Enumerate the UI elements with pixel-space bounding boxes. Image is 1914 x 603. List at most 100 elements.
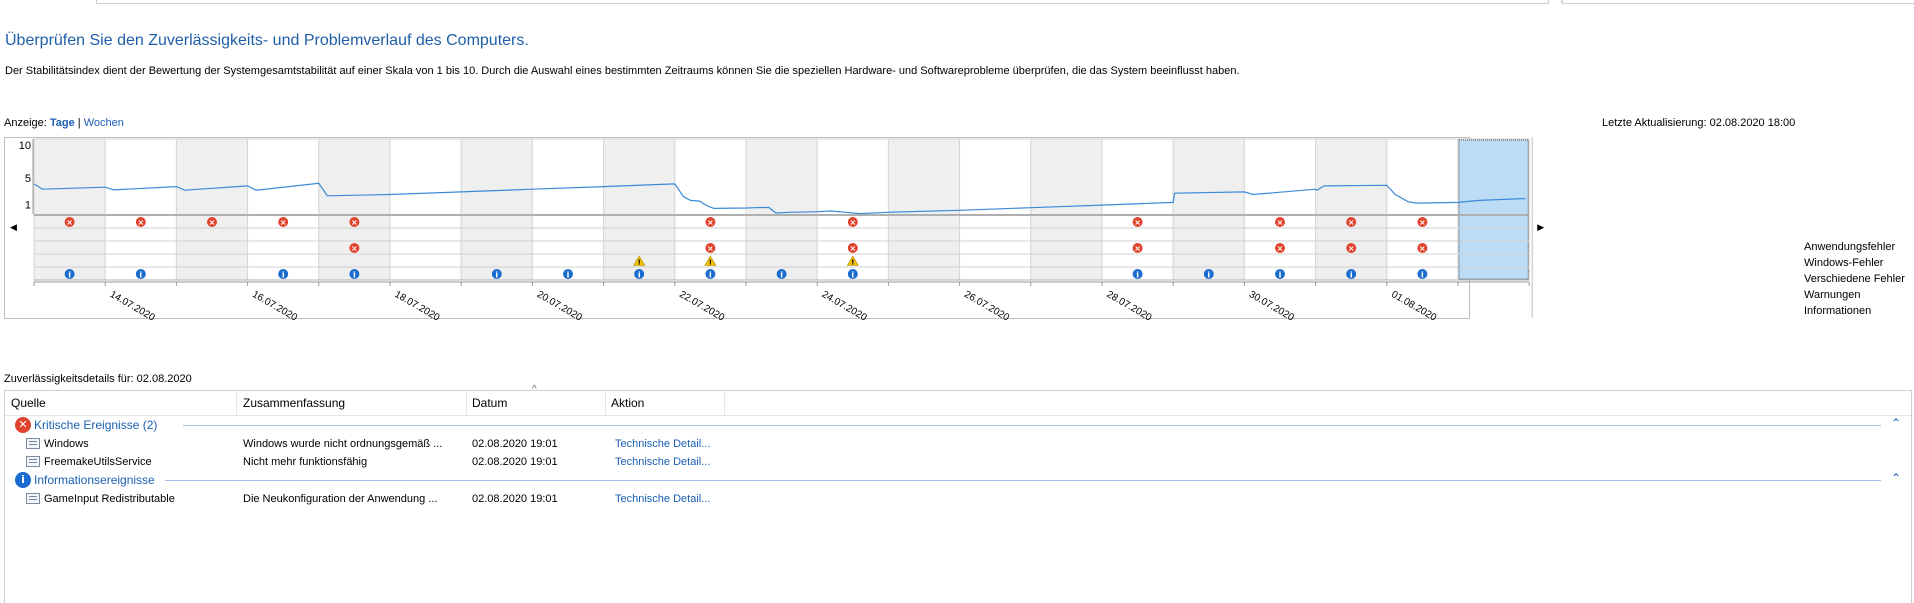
table-row[interactable]: FreemakeUtilsService Nicht mehr funktion…	[5, 453, 1911, 471]
row-summary: Windows wurde nicht ordnungsgemäß ...	[243, 438, 443, 450]
error-icon-glyph: ×	[849, 244, 856, 253]
day-column[interactable]	[1101, 138, 1174, 281]
row-summary: Die Neukonfiguration der Anwendung ...	[243, 493, 438, 505]
error-icon-glyph: ×	[707, 244, 714, 253]
table-row[interactable]: GameInput Redistributable Die Neukonfigu…	[5, 490, 1911, 508]
column-action[interactable]: Aktion	[611, 396, 644, 410]
collapse-chevron-icon[interactable]: ⌃	[1891, 416, 1901, 430]
y-tick-label: 1	[25, 199, 31, 211]
error-icon-glyph: ×	[351, 244, 358, 253]
y-tick-label: 5	[25, 173, 31, 185]
row-source: FreemakeUtilsService	[44, 456, 152, 468]
reliability-chart-svg[interactable]: 10 5 1 × × × × × × × × × × × × × × × × × ×!! ! i i i i i i i i i i i i i i i…	[4, 137, 1801, 363]
technical-details-link[interactable]: Technische Detail...	[615, 438, 710, 450]
day-column[interactable]	[531, 138, 605, 281]
day-column[interactable]	[33, 138, 106, 281]
column-divider[interactable]	[466, 391, 467, 415]
day-column[interactable]	[745, 138, 818, 281]
info-icon-glyph: i	[1350, 270, 1353, 279]
sort-indicator-icon: ^	[532, 384, 537, 395]
error-icon-glyph: ×	[1277, 218, 1284, 227]
row-date: 02.08.2020 19:01	[472, 438, 558, 450]
info-icon-glyph: i	[1279, 270, 1282, 279]
day-column[interactable]	[175, 138, 249, 281]
error-icon: ✕	[15, 417, 31, 433]
info-icon-glyph: i	[780, 270, 783, 279]
address-bar[interactable]	[96, 0, 1549, 4]
column-divider[interactable]	[605, 391, 606, 415]
legend-application-errors: Anwendungsfehler	[1804, 241, 1896, 253]
info-icon-glyph: i	[495, 270, 498, 279]
row-source: Windows	[44, 438, 89, 450]
reliability-chart[interactable]: 10 5 1 × × × × × × × × × × × × × × × × × ×!!! i i i i i i i i i i i i i i i…	[4, 137, 1801, 363]
info-icon: i	[15, 472, 31, 488]
legend-information: Informationen	[1804, 305, 1872, 317]
day-column[interactable]	[1386, 138, 1459, 281]
table-row[interactable]: Windows Windows wurde nicht ordnungsgemä…	[5, 435, 1911, 453]
error-icon-glyph: ×	[1348, 244, 1355, 253]
info-icon-glyph: i	[68, 270, 71, 279]
column-date[interactable]: Datum	[472, 396, 507, 410]
row-source: GameInput Redistributable	[44, 493, 175, 505]
page-description: Der Stabilitätsindex dient der Bewertung…	[5, 65, 1240, 77]
info-icon-glyph: i	[353, 270, 356, 279]
collapse-chevron-icon[interactable]: ⌃	[1891, 471, 1901, 485]
details-table: ^ Quelle Zusammenfassung Datum Aktion ✕ …	[4, 384, 1912, 603]
top-toolbar	[0, 0, 1914, 4]
day-column[interactable]	[1030, 138, 1103, 281]
group-information-events[interactable]: i Informationsereignisse ⌃	[5, 471, 1911, 489]
column-summary[interactable]: Zusammenfassung	[243, 396, 345, 410]
info-icon-glyph: i	[1421, 270, 1424, 279]
group-critical-events[interactable]: ✕ Kritische Ereignisse (2) ⌃	[5, 416, 1911, 434]
error-icon-glyph: ×	[1419, 244, 1426, 253]
info-icon-glyph: i	[638, 270, 641, 279]
day-column[interactable]	[247, 138, 320, 281]
technical-details-link[interactable]: Technische Detail...	[615, 493, 710, 505]
page-title: Überprüfen Sie den Zuverlässigkeits- und…	[5, 32, 529, 49]
day-column[interactable]	[389, 138, 462, 281]
row-date: 02.08.2020 19:01	[472, 456, 558, 468]
info-icon-glyph: i	[282, 270, 285, 279]
view-separator: |	[77, 117, 81, 129]
y-tick-label: 10	[19, 140, 31, 152]
view-days-link[interactable]: Tage	[50, 117, 75, 129]
day-column[interactable]	[1172, 138, 1245, 281]
group-critical-title: Kritische Ereignisse (2)	[34, 418, 158, 432]
day-column[interactable]	[318, 138, 391, 281]
search-box[interactable]	[1562, 0, 1914, 4]
legend-warnings: Warnungen	[1804, 289, 1861, 301]
legend-misc-errors: Verschiedene Fehler	[1804, 273, 1905, 285]
technical-details-link[interactable]: Technische Detail...	[615, 456, 710, 468]
info-icon-glyph: i	[851, 270, 854, 279]
view-weeks-link[interactable]: Wochen	[84, 117, 124, 129]
column-divider[interactable]	[236, 391, 237, 415]
details-label: Zuverlässigkeitsdetails für: 02.08.2020	[4, 373, 192, 385]
application-icon	[26, 438, 40, 449]
day-column[interactable]	[1315, 138, 1388, 281]
application-icon	[26, 493, 40, 504]
row-date: 02.08.2020 19:01	[472, 493, 558, 505]
error-icon-glyph: ×	[351, 218, 358, 227]
address-bar-dropdown[interactable]	[1547, 0, 1562, 3]
scroll-right-icon[interactable]: ▶	[1537, 223, 1544, 233]
error-icon-glyph: ×	[707, 218, 714, 227]
day-column[interactable]	[1243, 138, 1317, 281]
day-column[interactable]	[460, 138, 533, 281]
info-icon-glyph: i	[567, 270, 570, 279]
error-icon-glyph: ×	[209, 218, 216, 227]
warning-icon-glyph: !	[709, 259, 712, 267]
day-column[interactable]	[887, 138, 961, 281]
legend-windows-errors: Windows-Fehler	[1804, 257, 1884, 269]
error-icon-glyph: ×	[66, 218, 73, 227]
view-selector: Anzeige: Tage | Wochen	[4, 117, 124, 129]
warning-icon-glyph: !	[851, 259, 854, 267]
info-icon-glyph: i	[139, 270, 142, 279]
column-divider[interactable]	[724, 391, 725, 415]
day-column[interactable]	[1457, 138, 1530, 281]
error-icon-glyph: ×	[1348, 218, 1355, 227]
column-source[interactable]: Quelle	[11, 396, 46, 410]
scroll-left-icon[interactable]: ◀	[10, 223, 17, 233]
day-column[interactable]	[104, 138, 177, 281]
error-icon-glyph: ×	[1277, 244, 1284, 253]
last-update: Letzte Aktualisierung: 02.08.2020 18:00	[1602, 117, 1796, 129]
